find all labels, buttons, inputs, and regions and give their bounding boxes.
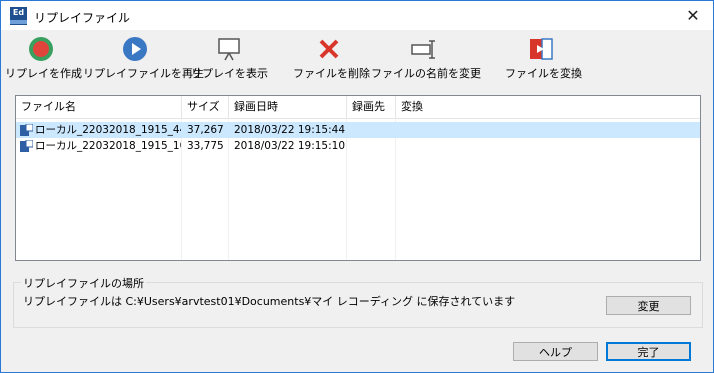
table-row[interactable]: ローカル_22032018_1915_44 37,267 2018/03/22 … — [16, 122, 700, 138]
delete-file-button[interactable]: ファイルを削除 — [293, 36, 370, 81]
replay-file-list[interactable]: ファイル名 サイズ 録画日時 録画先 変換 ローカル_22032018_1915… — [15, 95, 701, 261]
rename-file-button[interactable]: ファイルの名前を変更 — [371, 36, 481, 81]
play-replay-button[interactable]: リプレイファイルを再生 — [83, 36, 204, 81]
convert-icon — [528, 36, 554, 62]
help-button[interactable]: ヘルプ — [513, 342, 598, 361]
location-group-title: リプレイファイルの場所 — [21, 275, 146, 291]
done-button[interactable]: 完了 — [606, 342, 691, 361]
column-header-filename[interactable]: ファイル名 — [16, 96, 182, 118]
show-replay-label: リプレイを表示 — [191, 67, 268, 80]
change-location-button[interactable]: 変更 — [606, 296, 691, 315]
record-icon — [28, 36, 54, 62]
delete-file-label: ファイルを削除 — [293, 67, 370, 80]
rename-file-label: ファイルの名前を変更 — [371, 67, 481, 80]
convert-file-button[interactable]: ファイルを変換 — [505, 36, 582, 81]
window-title: リプレイファイル — [34, 11, 131, 25]
convert-file-label: ファイルを変換 — [505, 67, 582, 80]
cell-destination — [352, 122, 394, 138]
replay-file-dialog: Ed リプレイファイル ✕ リプレイを作成 リプレイファイルを再生 リプレイを表… — [0, 0, 714, 373]
delete-x-icon — [316, 36, 342, 62]
create-replay-button[interactable]: リプレイを作成 — [5, 36, 82, 81]
column-header-destination[interactable]: 録画先 — [347, 96, 396, 118]
cell-recorded-date: 2018/03/22 19:15:44 — [234, 124, 346, 136]
play-icon — [122, 36, 148, 62]
replay-file-icon — [20, 139, 34, 152]
cell-filename: ローカル_22032018_1915_10 — [35, 140, 181, 152]
rename-icon — [410, 36, 436, 62]
app-icon: Ed — [10, 7, 27, 25]
toolbar: リプレイを作成 リプレイファイルを再生 リプレイを表示 ファイルを削除 ファイル… — [1, 30, 713, 86]
column-header-size[interactable]: サイズ — [182, 96, 229, 118]
cell-filename: ローカル_22032018_1915_44 — [35, 124, 181, 136]
replay-file-icon — [20, 123, 34, 136]
play-replay-label: リプレイファイルを再生 — [83, 67, 204, 80]
column-header-recorded-date[interactable]: 録画日時 — [229, 96, 347, 118]
create-replay-label: リプレイを作成 — [5, 67, 82, 80]
cell-convert — [401, 122, 601, 138]
cell-destination — [352, 138, 394, 154]
cell-size: 37,267 — [187, 124, 224, 136]
title-bar: Ed リプレイファイル ✕ — [1, 1, 713, 30]
close-button[interactable]: ✕ — [673, 1, 713, 30]
list-header: ファイル名 サイズ 録画日時 録画先 変換 — [16, 96, 700, 119]
presentation-icon — [216, 36, 242, 62]
show-replay-button[interactable]: リプレイを表示 — [191, 36, 268, 81]
location-path-text: リプレイファイルは C:¥Users¥arvtest01¥Documents¥マ… — [23, 295, 516, 308]
cell-convert — [401, 138, 601, 154]
cell-recorded-date: 2018/03/22 19:15:10 — [234, 140, 346, 152]
column-header-convert[interactable]: 変換 — [396, 96, 700, 118]
table-row[interactable]: ローカル_22032018_1915_10 33,775 2018/03/22 … — [16, 138, 700, 154]
cell-size: 33,775 — [187, 140, 224, 152]
